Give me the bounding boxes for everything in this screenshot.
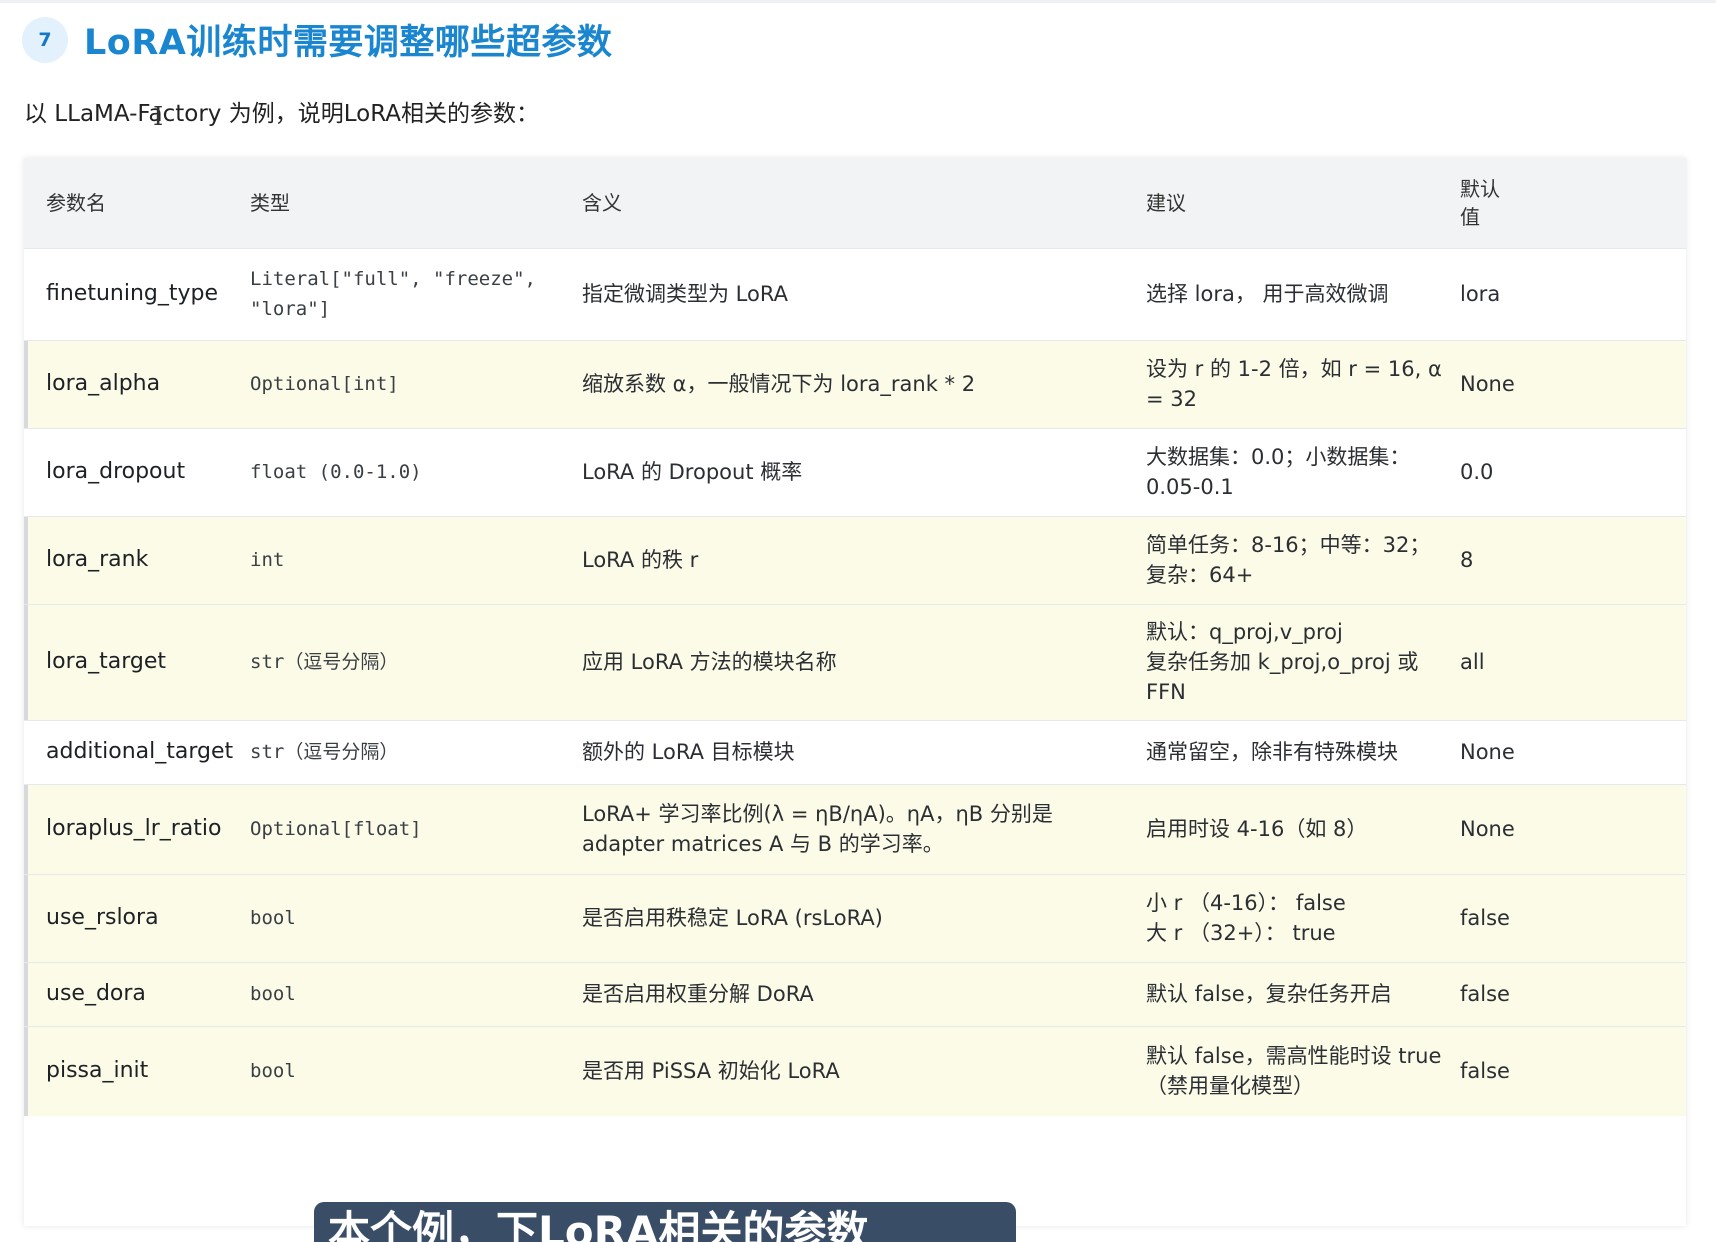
table-row: lora_target str（逗号分隔） 应用 LoRA 方法的模块名称 默认：q_… [24,604,1686,720]
cell-default: false [1460,1059,1510,1084]
cell-meaning: 缩放系数 α，一般情况下为 lora_rank * 2 [582,372,976,396]
cell-param-name: lora_alpha [24,340,250,428]
cell-meaning: 是否用 PiSSA 初始化 LoRA [582,1059,840,1084]
cell-meaning: 额外的 LoRA 目标模块 [582,740,795,764]
cell-suggestion: 通常留空，除非有特殊模块 [1146,740,1398,764]
params-table-card: 参数名 类型 含义 建议 默认值 finetuning_type Literal[… [24,158,1686,1226]
table-body: finetuning_type Literal["full", "freeze",… [24,248,1686,1116]
cell-meaning: LoRA 的秩 r [582,548,699,572]
section-number-badge: 7 [22,16,68,63]
header-meaning: 含义 [582,190,622,215]
cell-type: Literal["full", "freeze", "lora"] [250,268,536,320]
cell-meaning: 是否启用秩稳定 LoRA (rsLoRA) [582,906,883,930]
cell-param-name: finetuning_type [46,281,219,306]
section-heading: 7 LoRA训练时需要调整哪些超参数 [22,14,612,65]
section-title: LoRA训练时需要调整哪些超参数 [84,23,613,63]
header-suggestion: 建议 [1146,190,1186,215]
cell-suggestion: 启用时设 4-16（如 8） [1146,817,1368,841]
cell-default: 8 [1460,548,1474,572]
cell-type: int [250,549,285,571]
cell-type: Optional[int] [250,373,399,395]
header-default: 默认值 [1460,158,1686,248]
cell-param-name: additional_target [46,739,234,764]
cell-default: all [1460,650,1485,674]
cell-default: None [1460,372,1515,396]
table-row: pissa_init bool 是否用 PiSSA 初始化 LoRA 默认 false… [24,1026,1686,1116]
table-row: additional_target str（逗号分隔） 额外的 LoRA 目标模块 通… [24,720,1686,784]
cell-param-name: use_rslora [24,874,250,962]
header-default-label: 默认值 [1460,176,1500,229]
cell-default: false [1460,906,1510,930]
cell-param-name: loraplus_lr_ratio [24,784,250,874]
cell-default: lora [1460,282,1501,306]
cell-suggestion: 默认：q_proj,v_proj 复杂任务加 k_proj,o_proj 或 F… [1146,620,1419,704]
table-row: use_rslora bool 是否启用秩稳定 LoRA (rsLoRA) 小 r （… [24,874,1686,962]
cell-type: bool [250,1060,296,1083]
cell-param-name: use_dora [24,962,250,1026]
cell-suggestion: 小 r （4-16）： false 大 r （32+）： true [1146,891,1346,945]
params-table: 参数名 类型 含义 建议 默认值 finetuning_type Literal[… [24,158,1686,1116]
cell-type: Optional[float] [250,818,422,840]
cell-type: bool [250,907,296,929]
header-type: 类型 [250,190,290,215]
cell-meaning: 是否启用权重分解 DoRA [582,982,814,1006]
cell-type: float (0.0-1.0) [250,461,422,483]
cell-param-name: lora_target [24,604,250,720]
cell-meaning: LoRA+ 学习率比例(λ = ηB/ηA)。ηA，ηB 分别是 adapter… [582,802,1053,856]
cell-suggestion: 简单任务：8-16；中等：32；复杂：64+ [1146,533,1431,587]
cell-param-name: lora_dropout [46,459,186,484]
cell-type: str（逗号分隔） [250,741,399,763]
cell-suggestion: 默认 false，需高性能时设 true（禁用量化模型） [1146,1044,1442,1099]
text-cursor-icon: I [153,102,164,132]
cell-suggestion: 默认 false，复杂任务开启 [1146,982,1392,1006]
cell-param-name: pissa_init [24,1026,250,1116]
cell-meaning: LoRA 的 Dropout 概率 [582,460,803,484]
video-caption-overlay: 本个例，下LoRA相关的参数 [314,1202,1016,1242]
table-row: lora_alpha Optional[int] 缩放系数 α，一般情况下为 lor… [24,340,1686,428]
top-divider [0,0,1716,3]
cell-param-name: lora_rank [24,516,250,604]
table-row: lora_dropout float (0.0-1.0) LoRA 的 Dropou… [24,428,1686,516]
table-header-row: 参数名 类型 含义 建议 默认值 [24,158,1686,248]
cell-default: 0.0 [1460,460,1494,484]
cell-default: false [1460,982,1510,1006]
intro-text: 以 LLaMA-Factory 为例，说明LoRA相关的参数： [24,101,539,127]
cell-meaning: 应用 LoRA 方法的模块名称 [582,650,837,674]
cell-default: None [1460,817,1515,841]
table-row: loraplus_lr_ratio Optional[float] LoRA+ 学习… [24,784,1686,874]
cell-suggestion: 设为 r 的 1-2 倍，如 r = 16, α = 32 [1146,357,1442,411]
table-row: finetuning_type Literal["full", "freeze",… [24,248,1686,340]
cell-default: None [1460,740,1515,764]
cell-type: bool [250,983,296,1005]
cell-suggestion: 大数据集：0.0；小数据集：0.05-0.1 [1146,445,1411,499]
cell-suggestion: 选择 lora， 用于高效微调 [1146,282,1389,306]
header-param-name: 参数名 [46,190,106,215]
table-row: use_dora bool 是否启用权重分解 DoRA 默认 false，复杂任务开启… [24,962,1686,1026]
cell-meaning: 指定微调类型为 LoRA [582,282,788,306]
table-row: lora_rank int LoRA 的秩 r 简单任务：8-16；中等：32；复杂：… [24,516,1686,604]
cell-type: str（逗号分隔） [250,651,399,673]
